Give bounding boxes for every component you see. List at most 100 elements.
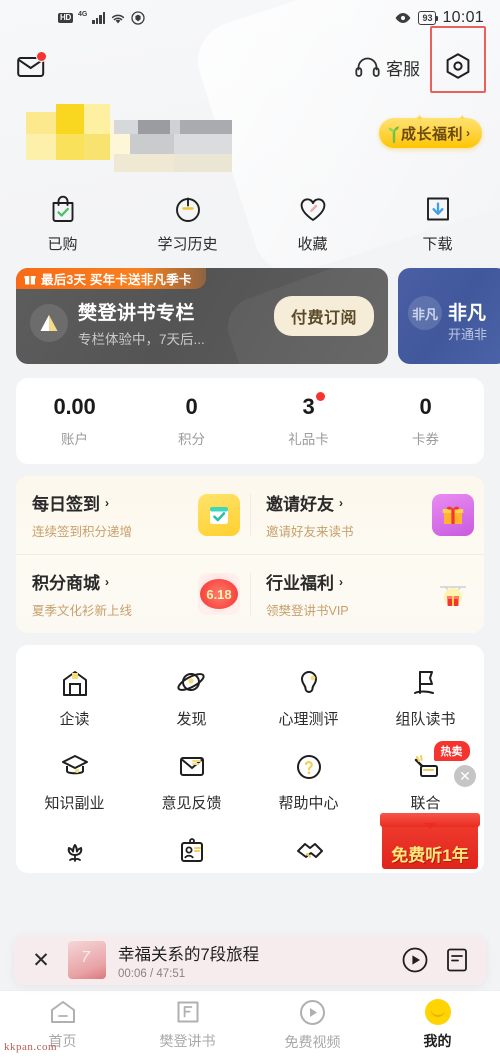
benefit-invite-friends[interactable]: 邀请好友 › 邀请好友来读书 bbox=[250, 476, 484, 554]
service-id-card[interactable] bbox=[133, 827, 250, 873]
mini-player[interactable]: ✕ 幸福关系的7段旅程 00:06 / 47:51 bbox=[14, 935, 486, 985]
service-discover[interactable]: 发现 bbox=[133, 659, 250, 743]
quick-action-label: 已购 bbox=[47, 236, 78, 253]
wifi-icon bbox=[112, 14, 125, 23]
service-enterprise-reading[interactable]: 企读 bbox=[16, 659, 133, 743]
flower-icon bbox=[67, 844, 82, 862]
id-card-icon bbox=[180, 838, 203, 862]
question-circle-icon bbox=[296, 755, 321, 779]
card-fandeng-column[interactable]: 最后3天 买年卡送非凡季卡 樊登讲书专栏 专栏体验中，7天后... 付费订阅 bbox=[16, 268, 388, 364]
card-body: 樊登讲书专栏 专栏体验中，7天后... bbox=[30, 298, 205, 348]
hot-badge: 热卖 bbox=[433, 741, 470, 761]
stat-value: 0 bbox=[419, 394, 432, 419]
service-label: 心理测评 bbox=[278, 711, 339, 728]
calendar-check-icon bbox=[198, 494, 240, 536]
watermark: kkpan.com bbox=[4, 1041, 58, 1053]
quick-action-label: 下载 bbox=[422, 236, 453, 253]
chevron-right-icon: › bbox=[105, 574, 109, 589]
player-time: 00:06 / 47:51 bbox=[118, 967, 186, 980]
subscribe-button[interactable]: 付费订阅 bbox=[273, 296, 374, 336]
growth-benefit-badge[interactable]: ✦ ✦ 成长福利 › bbox=[378, 113, 482, 148]
ad-text: 免费听1年 bbox=[391, 846, 469, 865]
close-icon[interactable]: ✕ bbox=[454, 765, 476, 787]
benefit-title: 邀请好友 bbox=[266, 495, 334, 514]
benefit-subtitle: 连续签到积分递增 bbox=[32, 525, 133, 539]
feifan-logo-icon: 非凡 bbox=[408, 296, 442, 330]
bottom-tab-bar: 首页 樊登讲书 免费视频 我的 bbox=[0, 990, 500, 1059]
building-icon bbox=[62, 671, 87, 696]
tab-free-video[interactable]: 免费视频 bbox=[250, 999, 375, 1052]
gift-box-icon bbox=[432, 494, 474, 536]
benefit-points-mall[interactable]: 积分商城 › 夏季文化衫新上线 6.18 bbox=[16, 555, 250, 633]
app-screen: HD 4G 93 10:01 客服 ✦ ✦ 成长福利 › 已购 学习历史 收藏 … bbox=[0, 0, 500, 1059]
service-feedback[interactable]: 意见反馈 bbox=[133, 743, 250, 827]
service-team-reading[interactable]: 组队读书 bbox=[367, 659, 484, 743]
envelope-feedback-icon bbox=[179, 757, 204, 776]
benefit-subtitle: 夏季文化衫新上线 bbox=[32, 604, 133, 618]
service-handshake[interactable] bbox=[250, 827, 367, 873]
card-feifan-membership[interactable]: 非凡 非凡 开通非 bbox=[398, 268, 500, 364]
stat-giftcard[interactable]: 3 礼品卡 bbox=[250, 392, 367, 448]
quick-action-purchased[interactable]: 已购 bbox=[0, 194, 125, 254]
gift-icon bbox=[24, 275, 36, 284]
mail-button[interactable] bbox=[14, 49, 50, 85]
service-label: 组队读书 bbox=[395, 711, 456, 728]
play-button[interactable] bbox=[400, 945, 430, 975]
bag-check-icon bbox=[52, 195, 73, 222]
benefit-title: 每日签到 bbox=[32, 495, 100, 514]
tab-label: 我的 bbox=[423, 1033, 452, 1049]
account-stats: 0.00 账户 0 积分 3 礼品卡 0 卡券 bbox=[16, 378, 484, 464]
quick-action-downloads[interactable]: 下载 bbox=[375, 194, 500, 254]
tab-fandeng-books[interactable]: 樊登讲书 bbox=[125, 999, 250, 1051]
clock: 10:01 bbox=[442, 9, 484, 26]
stat-label: 礼品卡 bbox=[288, 432, 329, 447]
battery-icon: 93 bbox=[418, 11, 439, 25]
settings-button[interactable] bbox=[430, 25, 486, 101]
benefit-title: 积分商城 bbox=[32, 574, 100, 593]
ad-box-lid bbox=[380, 813, 480, 829]
quick-action-favorites[interactable]: 收藏 bbox=[250, 194, 375, 254]
service-help-center[interactable]: 帮助中心 bbox=[250, 743, 367, 827]
profile-moon-icon bbox=[424, 999, 451, 1025]
card-title: 非凡 bbox=[448, 303, 487, 324]
quick-action-history[interactable]: 学习历史 bbox=[125, 194, 250, 254]
heart-icon bbox=[300, 198, 325, 221]
vpn-icon bbox=[131, 11, 145, 25]
sale-618-label: 6.18 bbox=[206, 586, 232, 602]
play-circle-icon bbox=[300, 999, 325, 1025]
sale-618-icon: 6.18 bbox=[198, 573, 240, 615]
benefit-subtitle: 领樊登讲书VIP bbox=[266, 604, 349, 618]
stat-account[interactable]: 0.00 账户 bbox=[16, 396, 133, 448]
service-label: 知识副业 bbox=[44, 795, 105, 812]
home-icon bbox=[50, 1001, 75, 1023]
benefit-industry-welfare[interactable]: 行业福利 › 领樊登讲书VIP bbox=[250, 555, 484, 633]
stat-badge-dot bbox=[316, 392, 325, 401]
service-label: 意见反馈 bbox=[161, 795, 222, 812]
parachute-gift-icon bbox=[432, 573, 474, 615]
unread-badge bbox=[36, 51, 47, 62]
close-icon[interactable]: ✕ bbox=[28, 947, 54, 973]
stat-points[interactable]: 0 积分 bbox=[133, 396, 250, 448]
service-label: 帮助中心 bbox=[278, 795, 339, 812]
chevron-right-icon: › bbox=[105, 495, 109, 510]
sprout-icon bbox=[388, 126, 399, 144]
stat-value: 0.00 bbox=[53, 394, 96, 419]
planet-icon bbox=[176, 673, 205, 691]
service-psych-test[interactable]: 心理测评 bbox=[250, 659, 367, 743]
tab-mine[interactable]: 我的 bbox=[375, 999, 500, 1051]
eye-icon bbox=[396, 13, 411, 23]
service-flower[interactable] bbox=[16, 827, 133, 873]
stat-value: 3 bbox=[302, 394, 315, 419]
stat-coupon[interactable]: 0 卡券 bbox=[367, 396, 484, 448]
header-actions: 客服 bbox=[345, 25, 486, 101]
profile-section[interactable]: ✦ ✦ 成长福利 › bbox=[0, 98, 500, 186]
service-knowledge-sidejob[interactable]: 知识副业 bbox=[16, 743, 133, 827]
card-promo-ribbon: 最后3天 买年卡送非凡季卡 bbox=[16, 268, 206, 289]
services-row: 企读 发现 心理测评 组队读书 bbox=[16, 659, 484, 743]
customer-service-button[interactable]: 客服 bbox=[345, 49, 430, 86]
download-icon bbox=[426, 197, 449, 221]
playlist-button[interactable] bbox=[442, 945, 472, 975]
benefit-daily-checkin[interactable]: 每日签到 › 连续签到积分递增 bbox=[16, 476, 250, 554]
profile-name-masked bbox=[18, 102, 238, 174]
floating-ad[interactable]: ✕ 免费听1年 bbox=[380, 765, 480, 873]
